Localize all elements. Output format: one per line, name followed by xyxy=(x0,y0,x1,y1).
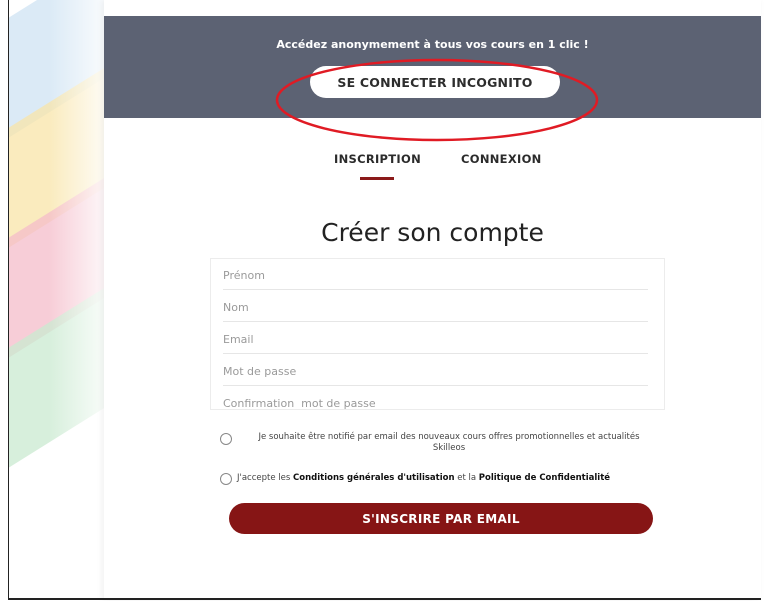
terms-label: J'accepte les Conditions générales d'uti… xyxy=(237,473,610,483)
privacy-link[interactable]: Politique de Confidentialité xyxy=(479,473,610,483)
email-field[interactable] xyxy=(223,325,648,354)
tab-connexion[interactable]: CONNEXION xyxy=(461,152,542,166)
incognito-banner: Accédez anonymement à tous vos cours en … xyxy=(104,16,761,142)
signup-email-button[interactable]: S'INSCRIRE PAR EMAIL xyxy=(229,503,653,534)
stripe-fade xyxy=(9,0,109,600)
signup-panel: Accédez anonymement à tous vos cours en … xyxy=(104,0,761,600)
page-title: Créer son compte xyxy=(321,218,544,247)
decorative-stripes xyxy=(9,0,109,600)
password-field[interactable] xyxy=(223,357,648,386)
banner-tagline: Accédez anonymement à tous vos cours en … xyxy=(276,38,589,51)
incognito-login-button[interactable]: SE CONNECTER INCOGNITO xyxy=(310,66,560,98)
terms-middle: et la xyxy=(454,473,479,483)
active-tab-indicator xyxy=(360,177,394,180)
newsletter-radio[interactable] xyxy=(220,433,232,445)
tab-inscription[interactable]: INSCRIPTION xyxy=(334,152,421,166)
cgu-link[interactable]: Conditions générales d'utilisation xyxy=(293,473,455,483)
password-confirm-field[interactable] xyxy=(223,389,648,417)
auth-tabs: INSCRIPTION CONNEXION xyxy=(104,152,761,182)
terms-prefix: J'accepte les xyxy=(237,473,294,483)
frame-bottom-border xyxy=(8,598,761,600)
signup-form xyxy=(210,258,665,417)
newsletter-label: Je souhaite être notifié par email des n… xyxy=(258,432,640,453)
terms-radio[interactable] xyxy=(220,473,232,485)
lastname-field[interactable] xyxy=(223,293,648,322)
firstname-field[interactable] xyxy=(223,261,648,290)
